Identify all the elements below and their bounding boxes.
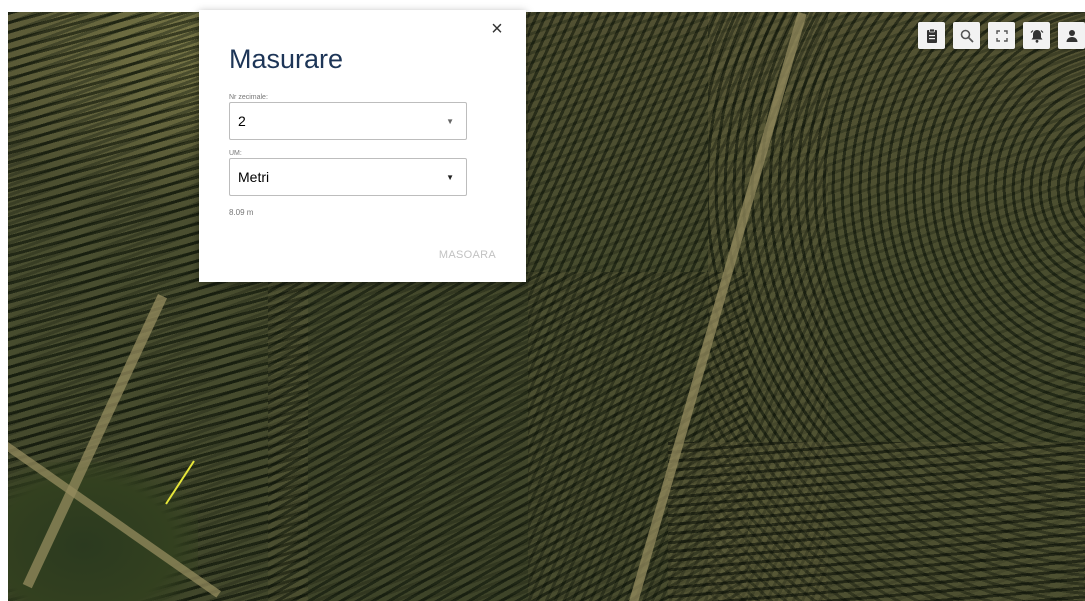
measurement-result: 8.09 m [229, 208, 254, 217]
measurement-line [165, 460, 195, 505]
close-icon: × [491, 17, 503, 40]
chevron-down-icon: ▼ [446, 116, 454, 126]
decimals-label: Nr zecimale: [229, 94, 268, 101]
clipboard-icon [926, 28, 937, 43]
bell-icon [1030, 29, 1043, 43]
user-icon [1066, 29, 1077, 42]
fullscreen-icon [995, 29, 1008, 42]
measurement-segment [165, 460, 195, 505]
measure-dialog: × Masurare Nr zecimale: 2 ▼ UM: Metri ▼ … [199, 10, 526, 282]
clipboard-button[interactable] [918, 22, 945, 49]
unit-label: UM: [229, 150, 242, 157]
chevron-down-icon: ▼ [446, 172, 454, 182]
user-button[interactable] [1058, 22, 1085, 49]
unit-value: Metri [238, 169, 270, 185]
measure-button[interactable]: MASOARA [439, 249, 496, 261]
search-icon [960, 29, 974, 43]
close-button[interactable]: × [486, 18, 508, 40]
map-canvas[interactable] [8, 12, 1085, 601]
fullscreen-button[interactable] [988, 22, 1015, 49]
dialog-title: Masurare [229, 44, 344, 74]
decimals-select[interactable]: 2 ▼ [229, 102, 467, 140]
search-button[interactable] [953, 22, 980, 49]
map-toolbar [918, 22, 1085, 49]
decimals-value: 2 [238, 113, 246, 129]
notifications-button[interactable] [1023, 22, 1050, 49]
unit-select[interactable]: Metri ▼ [229, 158, 467, 196]
